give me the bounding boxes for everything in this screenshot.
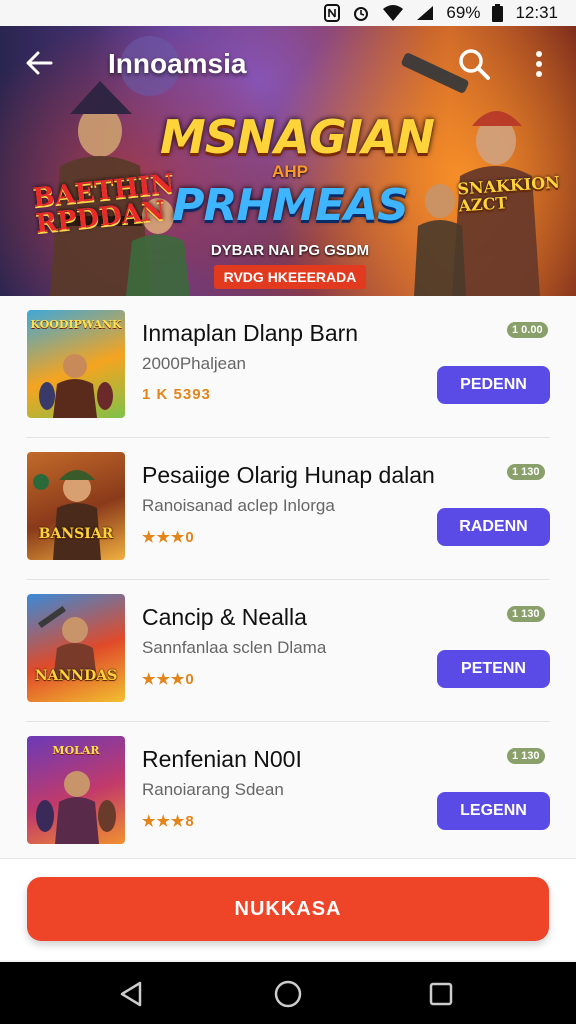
app-thumbnail: NANNDAS <box>27 594 125 702</box>
item-title: Cancip & Nealla <box>142 604 307 630</box>
nav-recents-button[interactable] <box>425 978 457 1010</box>
item-rating: ★★★8 <box>142 813 195 830</box>
thumbnail-caption: KOODIPWANK <box>30 318 122 331</box>
item-subtitle: Ranoisanad aclep Inlorga <box>142 496 335 515</box>
thumbnail-art <box>33 470 101 560</box>
app-screen: 69% 12:31 Innoamsia BAETHIN RPDDAN SNAKK… <box>0 0 576 1024</box>
app-thumbnail: BANSIAR <box>27 452 125 560</box>
thumbnail-caption: NANNDAS <box>34 668 118 684</box>
list-item[interactable]: BANSIAR Pesaiige Olarig Hunap dalan Rano… <box>0 438 576 578</box>
system-nav-bar <box>0 962 576 1024</box>
signal-icon <box>416 5 434 21</box>
wifi-icon <box>382 5 404 21</box>
back-button[interactable] <box>22 46 56 80</box>
primary-action-button[interactable]: NUKKASA <box>27 877 549 941</box>
app-thumbnail: KOODIPWANK <box>27 310 125 418</box>
item-title: Pesaiige Olarig Hunap dalan <box>142 462 435 488</box>
item-badge: 1 130 <box>507 748 545 764</box>
alarm-icon <box>352 4 370 22</box>
item-subtitle: Sannfanlaa sclen Dlama <box>142 638 327 657</box>
page-title: Innoamsia <box>108 48 247 79</box>
item-title: Renfenian N00I <box>142 746 302 772</box>
item-subtitle: 2000Phaljean <box>142 354 246 373</box>
list-item[interactable]: MOLAR Renfenian N00I Ranoiarang Sdean ★★… <box>0 722 576 862</box>
list-item[interactable]: KOODIPWANK Inmaplan Dlanp Barn 2000Phalj… <box>0 296 576 436</box>
hero-banner: Innoamsia BAETHIN RPDDAN SNAKKION AZCT M… <box>0 26 576 296</box>
banner-tagline: DYBAR NAI PG GSDM <box>210 242 370 259</box>
item-title: Inmaplan Dlanp Barn <box>142 320 359 346</box>
app-list: KOODIPWANK Inmaplan Dlanp Barn 2000Phalj… <box>0 296 576 858</box>
battery-percent: 69% <box>446 3 481 22</box>
thumbnail-art <box>37 605 97 680</box>
item-action-button[interactable]: PEDENN <box>437 366 550 404</box>
clock: 12:31 <box>515 3 558 22</box>
search-icon <box>459 49 490 80</box>
thumbnail-caption: MOLAR <box>52 744 100 757</box>
more-vertical-icon <box>536 51 542 77</box>
item-badge: 1 130 <box>507 464 545 480</box>
circle-home-icon <box>274 980 302 1008</box>
list-item[interactable]: NANNDAS Cancip & Nealla Sannfanlaa sclen… <box>0 580 576 720</box>
banner-headline: MSNAGIAN AHP PRHMEAS DYBAR NAI PG GSDM R… <box>160 110 435 289</box>
nav-back-button[interactable] <box>116 978 148 1010</box>
thumbnail-caption: BANSIAR <box>38 526 114 542</box>
item-badge: 1 0.00 <box>507 322 548 338</box>
arrow-left-icon <box>26 51 53 75</box>
triangle-back-icon <box>120 981 142 1007</box>
search-button[interactable] <box>456 46 492 82</box>
item-subtitle: Ranoiarang Sdean <box>142 780 284 799</box>
nfc-icon <box>324 4 341 22</box>
item-rating: 1 K 5393 <box>142 386 211 403</box>
banner-headline-line-2: AHP <box>272 162 308 181</box>
overflow-menu-button[interactable] <box>528 48 550 82</box>
app-thumbnail: MOLAR <box>27 736 125 844</box>
banner-ribbon: RVDG HKEEERADA <box>213 265 367 289</box>
battery-icon <box>492 4 504 22</box>
banner-side-sign-right: SNAKKION AZCT <box>456 172 561 216</box>
bottom-action-area: NUKKASA <box>0 858 576 960</box>
item-badge: 1 130 <box>507 606 545 622</box>
item-action-button[interactable]: LEGENN <box>437 792 550 830</box>
nav-home-button[interactable] <box>272 978 304 1010</box>
item-action-button[interactable]: PETENN <box>437 650 550 688</box>
item-action-button[interactable]: RADENN <box>437 508 550 546</box>
banner-headline-line-3: PRHMEAS <box>172 180 409 231</box>
square-recents-icon <box>429 982 453 1006</box>
banner-headline-line-1: MSNAGIAN <box>160 110 435 164</box>
item-rating: ★★★0 <box>142 529 195 546</box>
status-bar: 69% 12:31 <box>0 0 576 26</box>
item-rating: ★★★0 <box>142 671 195 688</box>
